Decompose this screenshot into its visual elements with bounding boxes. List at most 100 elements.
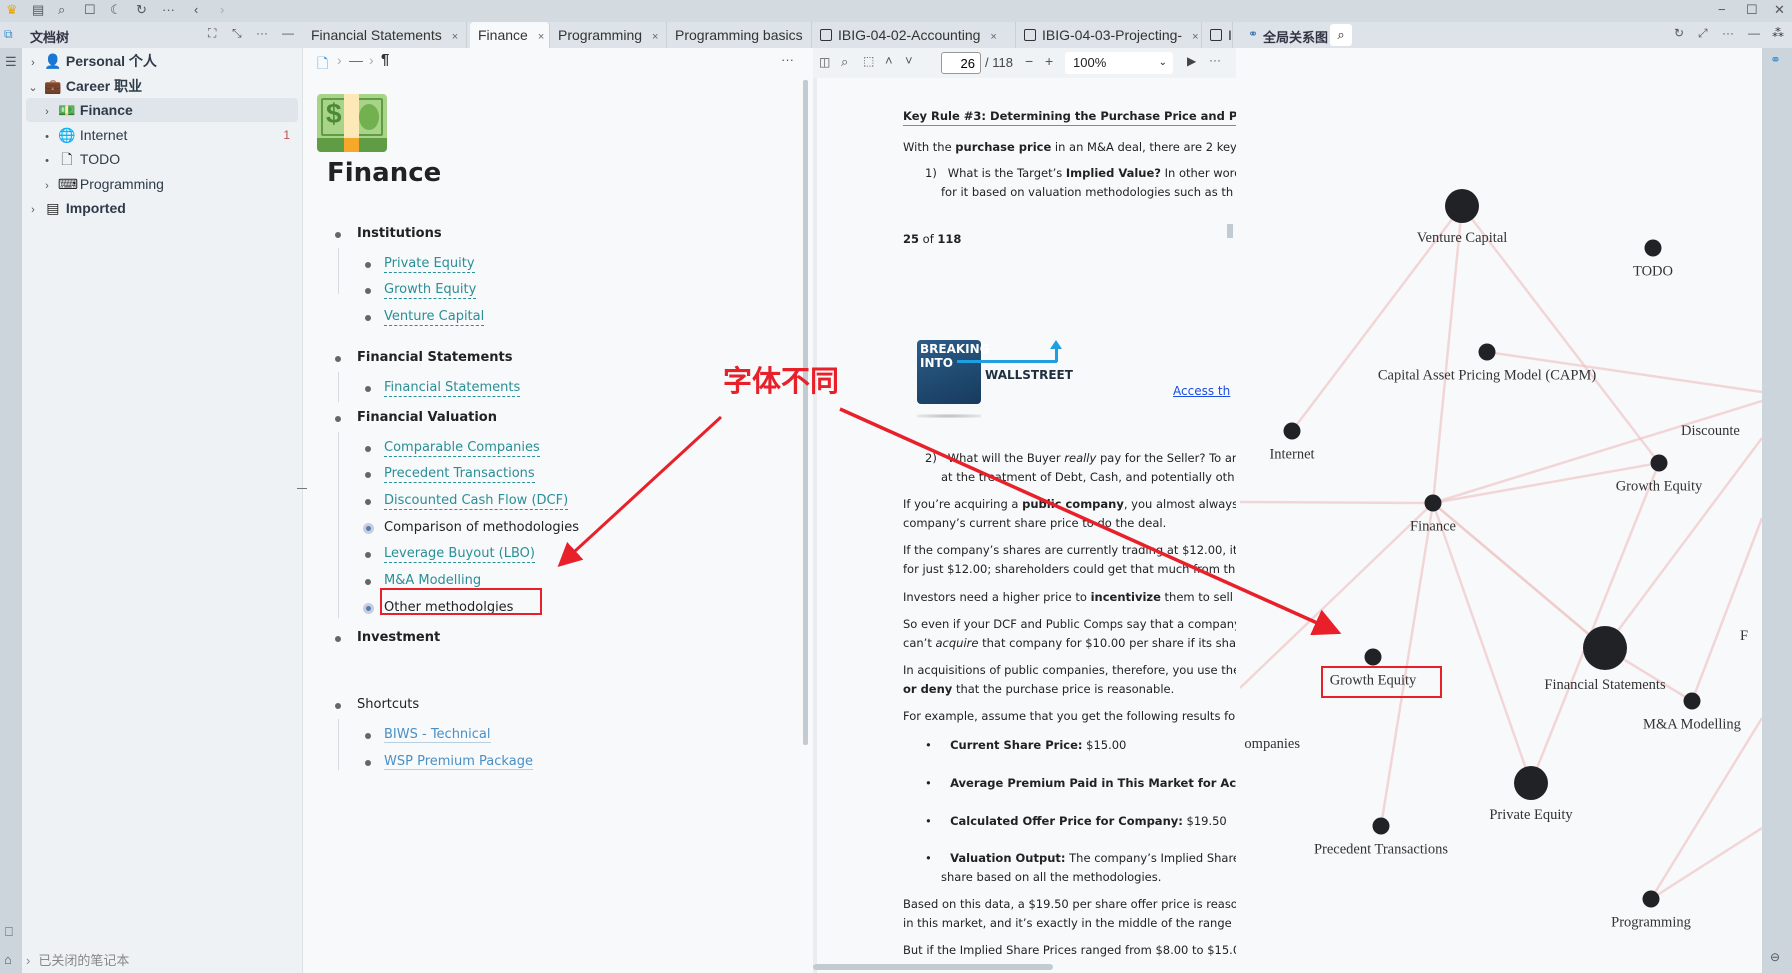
bullet[interactable] xyxy=(365,579,371,585)
banknote-icon[interactable]: $ xyxy=(317,94,387,152)
graph-node[interactable] xyxy=(1642,890,1660,908)
bullet[interactable] xyxy=(365,733,371,739)
outline-item[interactable]: Precedent Transactions xyxy=(384,466,535,483)
outline-icon[interactable]: ☰ xyxy=(5,54,17,70)
graph-node[interactable] xyxy=(1445,189,1479,223)
graph-node-label[interactable]: Precedent Transactions xyxy=(1314,842,1448,858)
closed-notebooks[interactable]: › 已关闭的笔记本 xyxy=(26,950,129,969)
graph-node-label[interactable]: Financial Statements xyxy=(1544,677,1666,693)
outline-item[interactable]: Venture Capital xyxy=(384,309,485,326)
tab-close-button[interactable]: × xyxy=(990,31,996,43)
sync-icon[interactable]: ↻ xyxy=(136,2,147,18)
tab-5[interactable]: IBIG-04-03-Projecting- × xyxy=(1016,22,1202,48)
crown-icon[interactable]: ♛ xyxy=(6,2,18,18)
refresh-icon[interactable]: ↻ xyxy=(1674,26,1684,40)
graph-node[interactable] xyxy=(1583,626,1627,670)
outline-item[interactable]: Leverage Buyout (LBO) xyxy=(384,546,535,563)
more-icon[interactable]: ··· xyxy=(781,52,794,67)
graph-node[interactable] xyxy=(1478,343,1496,361)
graph-node-label[interactable]: Venture Capital xyxy=(1417,230,1508,246)
prev-page-icon[interactable]: ˄ xyxy=(885,53,893,68)
close-window-button[interactable]: ✕ xyxy=(1774,2,1785,18)
ref-link[interactable]: BIWS - Technical xyxy=(384,727,491,743)
graph-node-label[interactable]: TODO xyxy=(1633,264,1673,280)
bullet[interactable] xyxy=(365,552,371,558)
sidebar-toggle-icon[interactable]: ◫ xyxy=(819,55,830,69)
graph-search-button[interactable]: ⌕ xyxy=(1330,24,1352,46)
focus-icon[interactable]: ⛶ xyxy=(208,26,216,41)
chevron-icon[interactable]: ⌄ xyxy=(26,76,40,100)
tab-close-button[interactable]: × xyxy=(538,31,544,43)
back-icon[interactable]: ‹ xyxy=(194,2,198,17)
more-icon[interactable]: ··· xyxy=(256,26,268,40)
forward-icon[interactable]: › xyxy=(220,2,224,17)
next-page-icon[interactable]: ˅ xyxy=(905,53,913,68)
outline-item[interactable]: Growth Equity xyxy=(384,282,477,299)
tree-item[interactable]: • 🌐 Internet 1 xyxy=(26,123,298,147)
minimize-button[interactable]: − xyxy=(1718,2,1726,17)
graph-node-label[interactable]: Discounte xyxy=(1681,423,1740,439)
more-icon[interactable]: ··· xyxy=(162,2,175,17)
graph-nodes-icon[interactable]: ⁂ xyxy=(1772,26,1784,40)
ref-link[interactable]: Leverage Buyout (LBO) xyxy=(384,546,535,563)
tab-close-button[interactable]: × xyxy=(1192,31,1198,43)
bullet[interactable] xyxy=(365,315,371,321)
calendar-icon[interactable]: ▤ xyxy=(32,2,44,18)
breadcrumb-heading[interactable]: — xyxy=(349,52,363,68)
bullet[interactable] xyxy=(365,499,371,505)
tree-item[interactable]: › ⌨ Programming xyxy=(26,172,298,196)
outline-item[interactable]: BIWS - Technical xyxy=(384,727,491,743)
outline-item[interactable]: WSP Premium Package xyxy=(384,754,533,770)
outline-item[interactable]: Financial Statements xyxy=(384,380,521,397)
graph-node-label[interactable]: Capital Asset Pricing Model (CAPM) xyxy=(1378,368,1596,384)
zoom-out-button[interactable]: − xyxy=(1025,53,1033,69)
search-icon[interactable]: ⌕ xyxy=(58,2,65,18)
tree-item[interactable]: • 🗋 TODO xyxy=(26,147,298,171)
ref-link[interactable]: Venture Capital xyxy=(384,309,485,326)
bullet[interactable] xyxy=(363,523,374,534)
link-icon[interactable]: ⊖ xyxy=(1770,950,1780,964)
tab-6[interactable]: IB xyxy=(1202,22,1233,48)
ref-link[interactable]: Precedent Transactions xyxy=(384,466,535,483)
tab-1[interactable]: Finance × xyxy=(470,22,550,48)
search-icon[interactable]: ⌕ xyxy=(841,54,848,70)
pdf-vertical-scrollbar[interactable] xyxy=(1227,224,1233,238)
chevron-icon[interactable]: › xyxy=(40,174,54,198)
pilcrow-icon[interactable]: ¶ xyxy=(381,51,389,68)
tab-3[interactable]: Programming basics xyxy=(667,22,812,48)
minimize-panel-icon[interactable]: — xyxy=(282,26,294,40)
bullet[interactable] xyxy=(335,416,341,422)
outline-item[interactable]: M&A Modelling xyxy=(384,573,482,590)
graph-node[interactable] xyxy=(1644,239,1662,257)
graph-node[interactable] xyxy=(1372,817,1390,835)
doc-tree-icon[interactable]: ⧉ xyxy=(4,27,13,42)
bullet[interactable] xyxy=(365,472,371,478)
more-icon[interactable]: ··· xyxy=(1209,53,1221,67)
graph-node-label[interactable]: Private Equity xyxy=(1489,807,1573,823)
outline-item[interactable]: Discounted Cash Flow (DCF) xyxy=(384,493,569,510)
play-icon[interactable]: ▶ xyxy=(1187,54,1196,68)
tree-item[interactable]: › 💵 Finance xyxy=(26,98,298,122)
bullet[interactable] xyxy=(335,703,341,709)
ref-link[interactable]: Discounted Cash Flow (DCF) xyxy=(384,493,569,510)
bullet[interactable] xyxy=(365,760,371,766)
graph-node-label[interactable]: Internet xyxy=(1269,447,1314,463)
tag-icon[interactable]: ⌂ xyxy=(4,952,12,967)
fold-indicator[interactable] xyxy=(297,488,307,489)
graph-node[interactable] xyxy=(1283,422,1301,440)
square-icon[interactable]: ☐ xyxy=(84,2,96,18)
bullet[interactable] xyxy=(365,386,371,392)
access-link[interactable]: Access th xyxy=(1173,384,1230,398)
doc-icon[interactable]: 🗋 xyxy=(317,53,328,77)
bullet[interactable] xyxy=(335,232,341,238)
graph-node[interactable] xyxy=(1364,648,1382,666)
bullet[interactable] xyxy=(365,446,371,452)
outline-item[interactable]: Private Equity xyxy=(384,256,475,273)
graph-node-label[interactable]: Programming xyxy=(1611,915,1691,931)
tab-2[interactable]: Programming × xyxy=(550,22,667,48)
ref-link[interactable]: Growth Equity xyxy=(384,282,477,299)
ref-link[interactable]: WSP Premium Package xyxy=(384,754,533,770)
moon-icon[interactable]: ☾ xyxy=(110,2,122,18)
graph-node-label[interactable]: Growth Equity xyxy=(1616,479,1703,495)
graph-node-label[interactable]: M&A Modelling xyxy=(1643,717,1741,733)
